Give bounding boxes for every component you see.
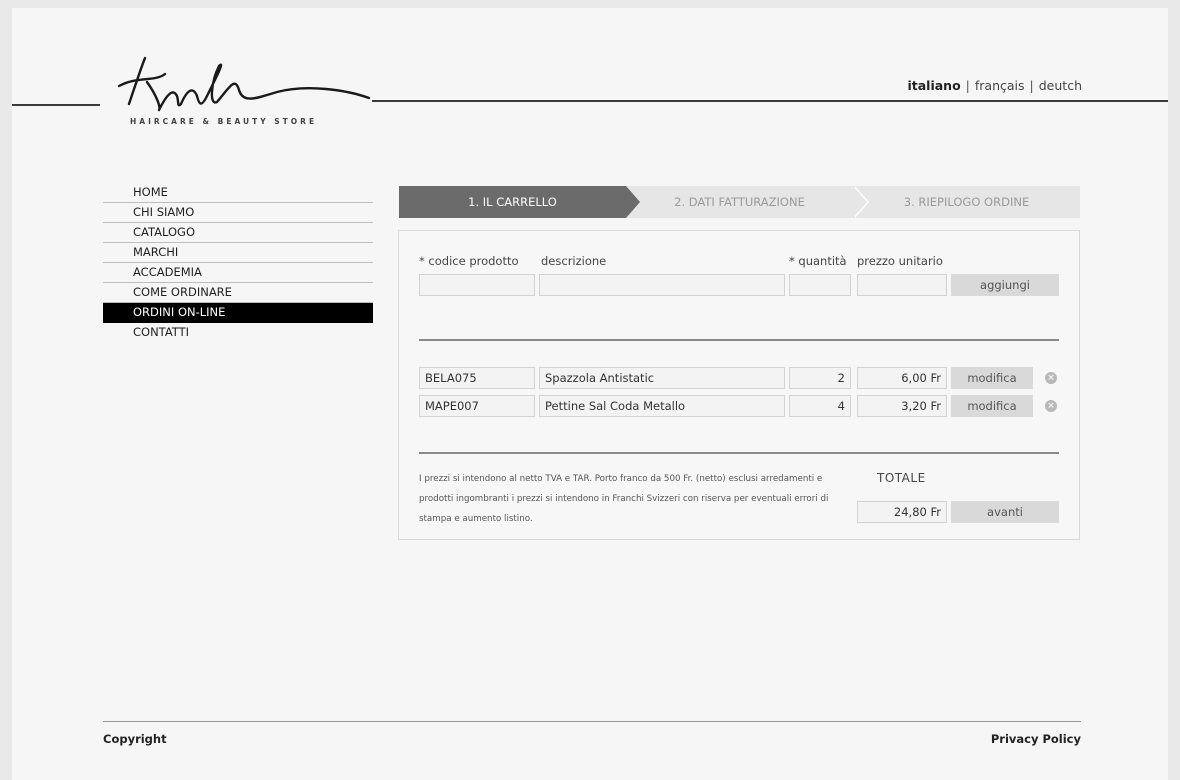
nav-item-come-ordinare[interactable]: COME ORDINARE (103, 283, 373, 303)
footer-rule (103, 721, 1081, 722)
pricing-note: I prezzi si intendono al netto TVA e TAR… (419, 474, 829, 524)
label-description: descrizione (541, 254, 607, 268)
nav-item-catalogo[interactable]: CATALOGO (103, 223, 373, 243)
header-rule-left (12, 104, 100, 106)
cart-row-1-code: BELA075 (419, 367, 535, 389)
nav-item-contatti[interactable]: CONTATTI (103, 323, 373, 343)
language-switcher: italiano | français | deutch (907, 78, 1082, 93)
nav-item-accademia[interactable]: ACCADEMIA (103, 263, 373, 283)
cart-row-2-remove-icon[interactable]: × (1045, 400, 1057, 412)
sidebar-nav: HOME CHI SIAMO CATALOGO MARCHI ACCADEMIA… (103, 183, 373, 343)
cart-row-1-remove-icon[interactable]: × (1045, 372, 1057, 384)
privacy-policy-link[interactable]: Privacy Policy (991, 732, 1081, 746)
logo-tagline: HAIRCARE & BEAUTY STORE (130, 117, 318, 126)
copyright-link[interactable]: Copyright (103, 732, 167, 746)
nav-item-marchi[interactable]: MARCHI (103, 243, 373, 263)
lang-separator: | (1029, 78, 1034, 93)
cart-row-1-description: Spazzola Antistatic (539, 367, 785, 389)
nav-item-chi-siamo[interactable]: CHI SIAMO (103, 203, 373, 223)
quantity-input[interactable] (789, 274, 851, 296)
lang-francais[interactable]: français (975, 78, 1025, 93)
total-value: 24,80 Fr (857, 501, 947, 523)
cart-row-2-price: 3,20 Fr (857, 395, 947, 417)
cart-row-2-edit-button[interactable]: modifica (951, 395, 1033, 417)
total-label: TOTALE (877, 471, 926, 485)
description-input[interactable] (539, 274, 785, 296)
add-button[interactable]: aggiungi (951, 274, 1059, 296)
product-code-input[interactable] (419, 274, 535, 296)
step-cart-label: 1. IL CARRELLO (468, 195, 557, 209)
cart-row-1-edit-button[interactable]: modifica (951, 367, 1033, 389)
lang-italiano[interactable]: italiano (907, 78, 960, 93)
checkout-steps: 1. IL CARRELLO 2. DATI FATTURAZIONE 3. R… (399, 186, 1080, 218)
cart-row-1-price: 6,00 Fr (857, 367, 947, 389)
label-product-code: * codice prodotto (419, 254, 519, 268)
next-button[interactable]: avanti (951, 501, 1059, 523)
cart-panel: * codice prodotto descrizione * quantità… (398, 230, 1080, 540)
header-rule-right (372, 100, 1168, 102)
lang-separator: | (965, 78, 970, 93)
nav-item-home[interactable]: HOME (103, 183, 373, 203)
unit-price-input[interactable] (857, 274, 947, 296)
label-unit-price: prezzo unitario (857, 254, 943, 268)
step-cart: 1. IL CARRELLO (399, 186, 640, 218)
step-billing-label: 2. DATI FATTURAZIONE (674, 195, 805, 209)
nav-item-ordini-online[interactable]: ORDINI ON-LINE (103, 303, 373, 323)
cart-row-2-code: MAPE007 (419, 395, 535, 417)
step-summary: 3. RIEPILOGO ORDINE (853, 186, 1080, 218)
cart-row-2-quantity[interactable]: 4 (789, 395, 851, 417)
step-arrow (626, 186, 640, 218)
step-summary-label: 3. RIEPILOGO ORDINE (903, 195, 1030, 209)
step-billing: 2. DATI FATTURAZIONE (626, 186, 869, 218)
page: HAIRCARE & BEAUTY STORE italiano | françai… (12, 8, 1168, 780)
cart-row-2-description: Pettine Sal Coda Metallo (539, 395, 785, 417)
step-arrow (853, 186, 867, 218)
lang-deutch[interactable]: deutch (1039, 78, 1082, 93)
divider (419, 339, 1059, 341)
divider (419, 452, 1059, 454)
cart-row-1-quantity[interactable]: 2 (789, 367, 851, 389)
label-quantity: * quantità (789, 254, 847, 268)
